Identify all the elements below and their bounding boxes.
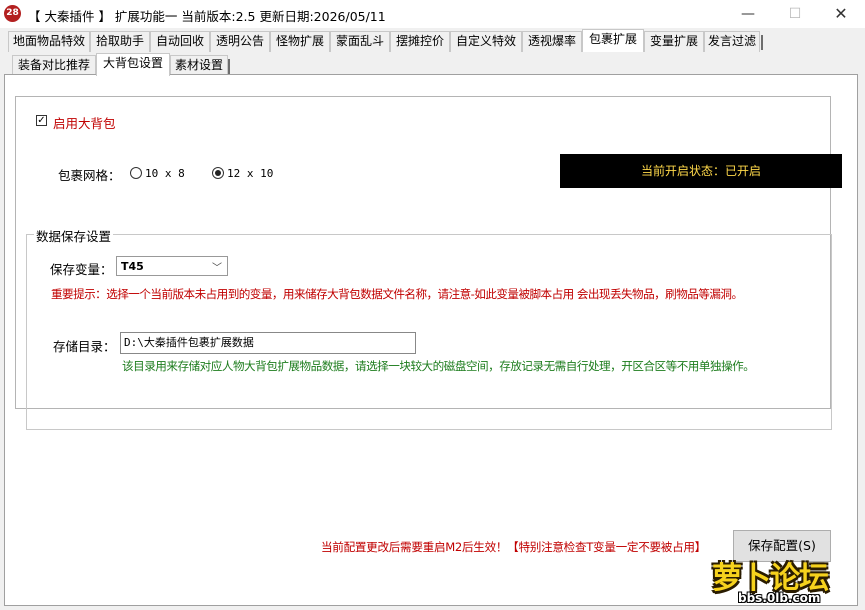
enable-big-bag-label: 启用大背包	[53, 116, 116, 131]
grid-label: 包裹网格：	[58, 168, 121, 183]
storage-dir-input[interactable]: D:\大秦插件包裹扩展数据	[120, 332, 416, 354]
status-indicator: 当前开启状态：已开启	[560, 154, 842, 188]
save-variable-select[interactable]: T45 ﹀	[116, 256, 228, 276]
tab-monster-extension[interactable]: 怪物扩展	[270, 31, 330, 52]
variable-warning-text: 重要提示：选择一个当前版本未占用到的变量，用来储存大背包数据文件名称，请注意-如…	[51, 287, 743, 301]
maximize-button[interactable]: ☐	[772, 0, 818, 28]
watermark-url: bbs.0lb.com	[738, 591, 821, 605]
grid-option-10x8-radio[interactable]	[130, 167, 142, 179]
tab-custom-effects[interactable]: 自定义特效	[450, 31, 522, 52]
tab-separator	[761, 35, 763, 50]
big-bag-settings-box: ✓ 启用大背包 当前开启状态：已开启 包裹网格： 10 x 8 12 x 10 …	[15, 96, 842, 430]
tab-pickup-assistant[interactable]: 拾取助手	[90, 31, 150, 52]
save-variable-value: T45	[121, 260, 144, 273]
title-bar: 28 【 大秦插件 】 扩展功能一 当前版本:2.5 更新日期:2026/05/…	[0, 0, 865, 28]
sub-tab-bar: 装备对比推荐 大背包设置 素材设置	[0, 53, 865, 76]
tab-ground-item-effects[interactable]: 地面物品特效	[8, 31, 90, 52]
subtab-big-bag-settings[interactable]: 大背包设置	[96, 53, 170, 76]
grid-option-12x10-radio[interactable]	[212, 167, 224, 179]
tab-drop-rate-view[interactable]: 透视爆率	[522, 31, 582, 52]
tab-chat-filter[interactable]: 发言过滤	[704, 31, 760, 52]
tab-transparent-notice[interactable]: 透明公告	[210, 31, 270, 52]
window-title: 【 大秦插件 】 扩展功能一 当前版本:2.5 更新日期:2026/05/11	[28, 9, 386, 24]
save-variable-label: 保存变量：	[50, 262, 113, 277]
tab-masked-brawl[interactable]: 蒙面乱斗	[330, 31, 390, 52]
grid-option-10x8-label: 10 x 8	[145, 167, 185, 180]
app-icon[interactable]: 28	[4, 5, 21, 22]
settings-panel: ✓ 启用大背包 当前开启状态：已开启 包裹网格： 10 x 8 12 x 10 …	[4, 74, 858, 606]
restart-notice: 当前配置更改后需要重启M2后生效！【特别注意检查T变量一定不要被占用】	[321, 540, 706, 554]
enable-big-bag-checkbox[interactable]: ✓	[36, 115, 47, 126]
chevron-down-icon: ﹀	[212, 263, 222, 274]
tab-auto-recycle[interactable]: 自动回收	[150, 31, 210, 52]
subtab-separator	[228, 59, 230, 74]
tab-stall-price-control[interactable]: 摆摊控价	[390, 31, 450, 52]
storage-dir-hint: 该目录用来存储对应人物大背包扩展物品数据，请选择一块较大的磁盘空间，存放记录无需…	[122, 359, 755, 373]
subtab-equipment-compare[interactable]: 装备对比推荐	[12, 55, 96, 76]
grid-option-12x10-label: 12 x 10	[227, 167, 274, 180]
tab-bag-extension[interactable]: 包裹扩展	[582, 29, 644, 52]
minimize-button[interactable]: —	[725, 0, 771, 28]
main-tab-bar: 地面物品特效 拾取助手 自动回收 透明公告 怪物扩展 蒙面乱斗 摆摊控价 自定义…	[0, 29, 865, 52]
data-save-group-title: 数据保存设置	[34, 226, 114, 245]
close-button[interactable]: ✕	[818, 0, 864, 28]
watermark: 萝卜论坛 bbs.0lb.com	[712, 553, 862, 608]
tab-variable-extension[interactable]: 变量扩展	[644, 31, 704, 52]
subtab-asset-settings[interactable]: 素材设置	[170, 55, 228, 76]
storage-dir-label: 存储目录：	[53, 339, 116, 354]
